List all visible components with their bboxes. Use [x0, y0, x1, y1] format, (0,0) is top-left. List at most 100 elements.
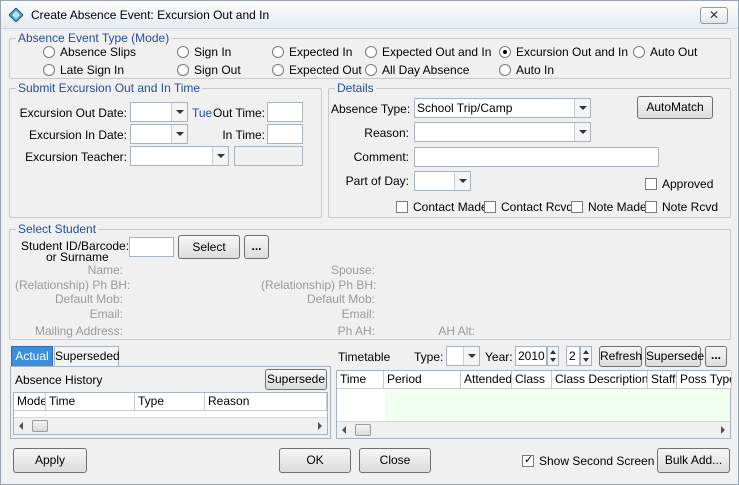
radio-all-day-absence[interactable]: All Day Absence: [365, 63, 469, 77]
timetable-empty-row-area: [385, 389, 730, 421]
comment-input[interactable]: [414, 147, 659, 167]
out-date-picker[interactable]: [130, 102, 188, 122]
in-time-label: In Time:: [222, 128, 265, 142]
radio-expected-out-and-in[interactable]: Expected Out and In: [365, 45, 491, 59]
term-input[interactable]: 2: [566, 346, 580, 366]
dialog-window: Create Absence Event: Excursion Out and …: [0, 0, 739, 485]
select-student-button[interactable]: Select: [178, 235, 240, 259]
contact-made-checkbox[interactable]: Contact Made: [396, 200, 488, 214]
radio-dot: [43, 46, 55, 58]
year-stepper[interactable]: [547, 346, 559, 366]
chevron-down-icon[interactable]: [463, 347, 479, 365]
refresh-button[interactable]: Refresh: [599, 346, 642, 367]
teacher-combo[interactable]: [130, 146, 229, 166]
radio-auto-in[interactable]: Auto In: [499, 63, 554, 77]
timetable-horizontal-scrollbar[interactable]: [337, 421, 730, 438]
col-tt-staff[interactable]: Staff: [648, 371, 677, 389]
radio-dot: [272, 64, 284, 76]
chevron-down-icon[interactable]: [171, 103, 187, 121]
reason-combo[interactable]: [414, 122, 591, 142]
col-type[interactable]: Type: [135, 393, 205, 411]
timetable-supersede-button[interactable]: Supersede: [645, 346, 704, 367]
radio-expected-out[interactable]: Expected Out: [272, 63, 362, 77]
reason-label: Reason:: [364, 126, 409, 140]
scroll-right-icon[interactable]: [721, 426, 725, 434]
chevron-down-icon[interactable]: [454, 172, 470, 190]
timetable-grid[interactable]: Time Period Attended Class Class Descrip…: [336, 370, 732, 439]
timetable-type-combo[interactable]: [446, 346, 480, 366]
ph-ah-label: Ph AH:: [337, 324, 375, 338]
scroll-thumb[interactable]: [32, 420, 48, 432]
radio-excursion-out-and-in[interactable]: Excursion Out and In: [499, 45, 628, 59]
radio-auto-out[interactable]: Auto Out: [633, 45, 697, 59]
chevron-down-icon[interactable]: [574, 123, 590, 141]
scroll-thumb[interactable]: [355, 424, 371, 436]
out-day-of-week: Tue: [192, 106, 213, 120]
in-date-picker[interactable]: [130, 124, 188, 144]
comment-label: Comment:: [353, 150, 409, 164]
absence-history-grid[interactable]: Mode Time Type Reason: [13, 392, 328, 435]
col-time[interactable]: Time: [46, 393, 135, 411]
out-time-label: Out Time:: [212, 106, 265, 120]
apply-button[interactable]: Apply: [13, 448, 87, 473]
out-date-label: Excursion Out Date:: [19, 106, 127, 120]
student-id-input[interactable]: [129, 237, 174, 257]
contact-rcvd-checkbox[interactable]: Contact Rcvd: [484, 200, 573, 214]
scroll-left-icon[interactable]: [342, 426, 346, 434]
checkbox-box: [484, 201, 496, 213]
col-tt-attended[interactable]: Attended: [461, 371, 512, 389]
radio-dot: [272, 46, 284, 58]
student-more-button[interactable]: ...: [244, 235, 269, 259]
timetable-more-button[interactable]: ...: [705, 346, 727, 367]
history-supersede-button[interactable]: Supersede: [265, 369, 327, 390]
note-made-checkbox[interactable]: Note Made: [571, 200, 647, 214]
approved-checkbox[interactable]: Approved: [645, 177, 713, 191]
radio-dot: [499, 64, 511, 76]
close-window-button[interactable]: ✕: [700, 7, 728, 24]
year-input[interactable]: 2010: [515, 346, 547, 366]
radio-absence-slips[interactable]: Absence Slips: [43, 45, 136, 59]
note-rcvd-checkbox[interactable]: Note Rcvd: [645, 200, 718, 214]
radio-expected-in[interactable]: Expected In: [272, 45, 352, 59]
bulk-add-button[interactable]: Bulk Add...: [657, 448, 730, 473]
col-reason[interactable]: Reason: [205, 393, 327, 411]
col-tt-poss-type[interactable]: Poss Type: [677, 371, 732, 389]
col-mode[interactable]: Mode: [14, 393, 46, 411]
col-tt-class[interactable]: Class: [512, 371, 552, 389]
ok-button[interactable]: OK: [279, 448, 351, 473]
mailing-address-label: Mailing Address:: [34, 324, 123, 338]
spouse-default-mob-label: Default Mob:: [306, 292, 375, 306]
automatch-button[interactable]: AutoMatch: [637, 96, 713, 119]
title-bar: Create Absence Event: Excursion Out and …: [1, 1, 738, 29]
chevron-down-icon[interactable]: [212, 147, 228, 165]
history-horizontal-scrollbar[interactable]: [14, 417, 327, 434]
tab-superseded[interactable]: Superseded: [54, 346, 120, 366]
in-time-input[interactable]: [267, 124, 303, 144]
name-label: Name:: [87, 263, 123, 277]
term-stepper[interactable]: [580, 346, 592, 366]
checkbox-box: [571, 201, 583, 213]
default-mob-label: Default Mob:: [54, 292, 123, 306]
col-tt-time[interactable]: Time: [337, 371, 384, 389]
col-tt-class-description[interactable]: Class Description: [552, 371, 648, 389]
submit-time-legend: Submit Excursion Out and In Time: [16, 81, 203, 95]
radio-late-sign-in[interactable]: Late Sign In: [43, 63, 124, 77]
checkbox-box: [645, 178, 657, 190]
chevron-down-icon[interactable]: [171, 125, 187, 143]
scroll-left-icon[interactable]: [19, 422, 23, 430]
email-label: Email:: [89, 307, 123, 321]
year-label: Year:: [485, 350, 513, 364]
part-of-day-combo[interactable]: [414, 171, 471, 191]
radio-sign-in[interactable]: Sign In: [177, 45, 231, 59]
out-time-input[interactable]: [267, 102, 303, 122]
col-tt-period[interactable]: Period: [384, 371, 461, 389]
scroll-right-icon[interactable]: [318, 422, 322, 430]
radio-sign-out[interactable]: Sign Out: [177, 63, 241, 77]
select-student-legend: Select Student: [16, 222, 99, 236]
timetable-label: Timetable: [338, 350, 391, 364]
chevron-down-icon[interactable]: [574, 99, 590, 117]
close-button[interactable]: Close: [359, 448, 431, 473]
show-second-screen-checkbox[interactable]: Show Second Screen: [522, 453, 654, 468]
tab-actual[interactable]: Actual: [11, 346, 53, 366]
absence-type-combo[interactable]: School Trip/Camp: [414, 98, 591, 118]
